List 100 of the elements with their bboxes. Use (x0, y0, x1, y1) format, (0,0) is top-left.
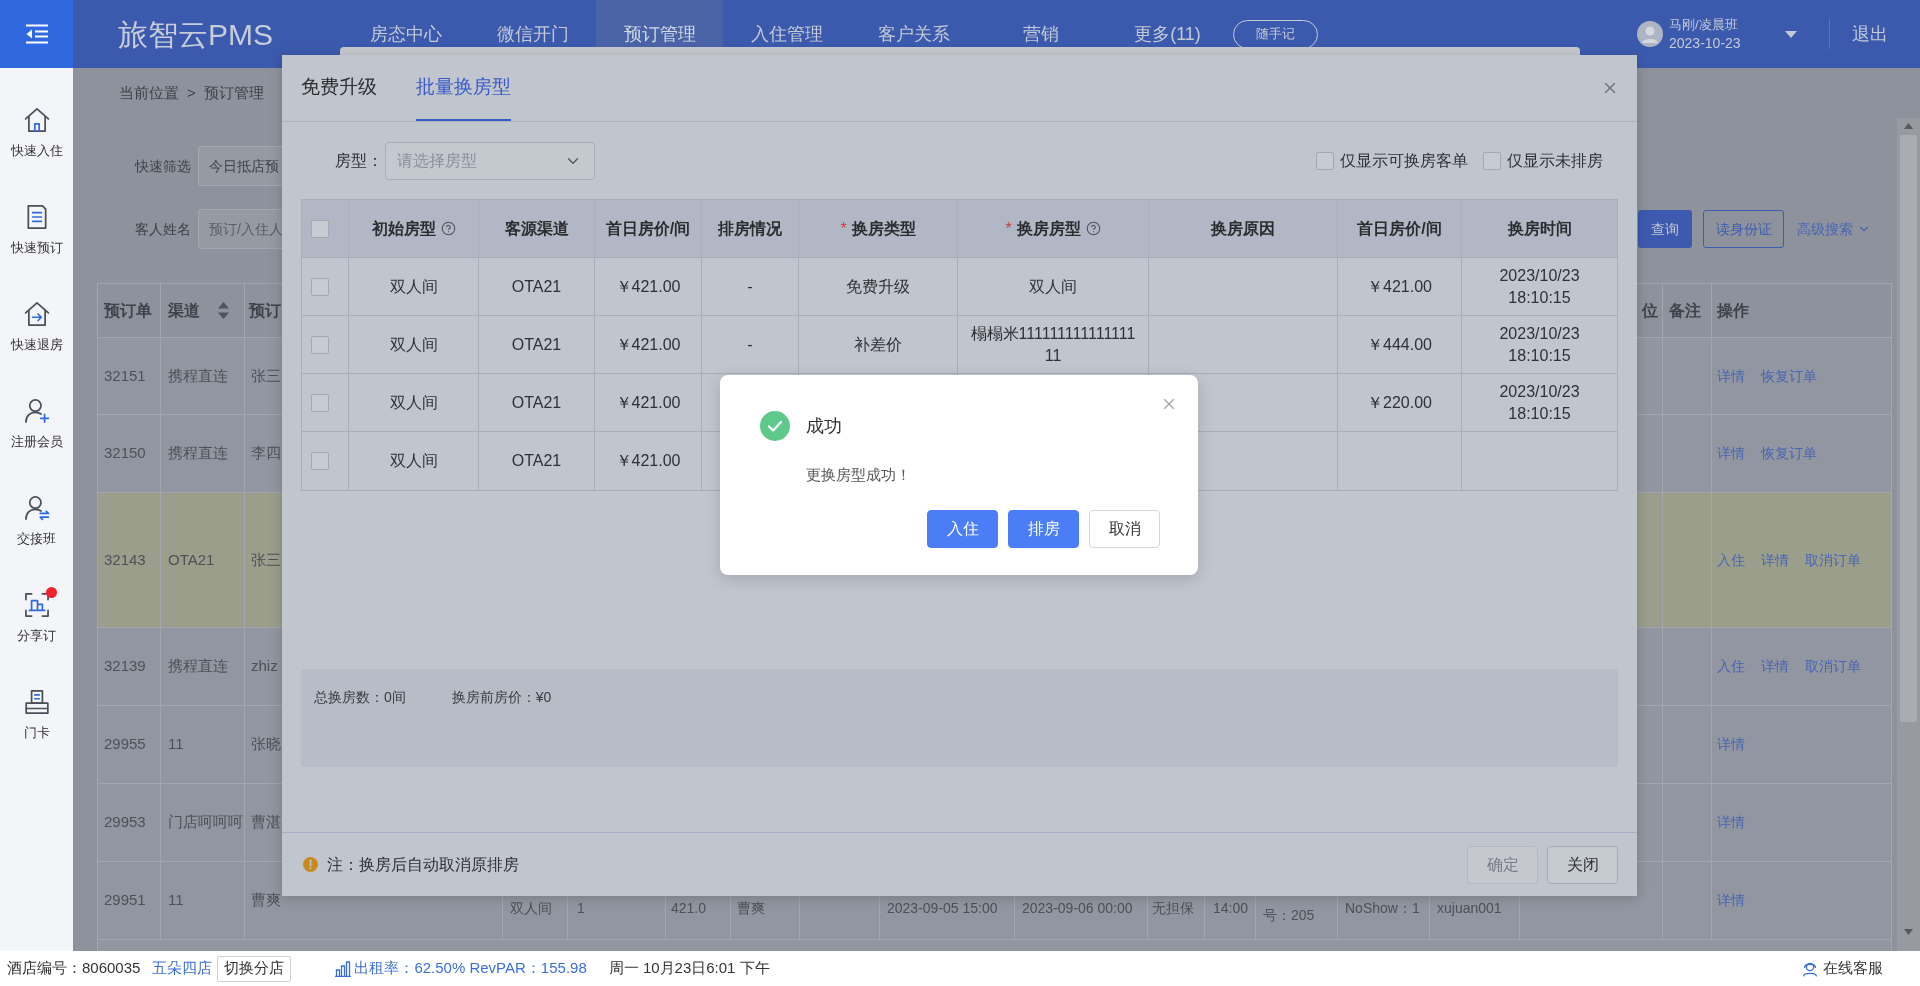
action-link[interactable]: 入住 (1717, 549, 1745, 571)
sort-icon[interactable] (218, 302, 229, 319)
logout-button[interactable]: 退出 (1852, 20, 1888, 48)
house-arrow-icon (23, 301, 50, 327)
table-cell: 32151 (98, 338, 161, 414)
table-cell: OTA21 (479, 258, 595, 315)
table-cell: 29955 (98, 706, 161, 783)
filter-select[interactable]: 今日抵店预 (198, 146, 282, 186)
menu-icon (24, 24, 49, 44)
card-reader-icon (23, 689, 50, 715)
cell-value: 2023-09-06 00:00 (1022, 899, 1133, 917)
nav-tab[interactable]: 客户关系 (850, 0, 977, 68)
column-title: 首日房价/间 (605, 218, 691, 239)
table-cell-text: zhiz (250, 656, 279, 677)
switch-branch-button[interactable]: 切换分店 (217, 955, 292, 982)
sidebar-item[interactable]: 快速入住 (0, 88, 73, 185)
table-cell: 免费升级 (799, 258, 958, 315)
table-cell: 11 (161, 862, 245, 939)
checkbox[interactable] (1483, 152, 1501, 170)
table-cell: 双人间 (349, 258, 479, 315)
column-title: 备注 (1669, 300, 1701, 321)
sidebar-item[interactable]: 注册会员 (0, 379, 73, 476)
table-cell: 双人间 (958, 258, 1149, 315)
table-cell: - (702, 258, 799, 315)
caret-down-icon[interactable] (1785, 30, 1797, 38)
sidebar-item[interactable]: 交接班 (0, 476, 73, 573)
required-mark: * (1005, 218, 1012, 239)
dialog-button[interactable]: 排房 (1008, 510, 1079, 548)
read-id-button[interactable]: 读身份证 (1703, 210, 1784, 248)
bar-chart-icon (335, 960, 352, 977)
headset-icon (1802, 960, 1818, 977)
table-cell: 32150 (98, 415, 161, 492)
table-cell: 携程直连 (161, 338, 245, 414)
table-cell-text: 2023/10/23 18:10:15 (1498, 381, 1581, 424)
breadcrumb-current: 预订管理 (203, 82, 264, 103)
cell-value: NoShow：1 (1345, 899, 1420, 917)
help-icon[interactable] (1085, 221, 1101, 236)
house-icon (23, 107, 50, 133)
dialog-button[interactable]: 取消 (1089, 510, 1160, 548)
dialog-button[interactable]: 关闭 (1547, 845, 1618, 884)
checkbox[interactable] (311, 277, 329, 296)
table-cell: OTA21 (479, 374, 595, 431)
online-support-button[interactable]: 在线客服 (1802, 957, 1883, 980)
cell-value: 1 (577, 899, 585, 917)
dialog-tab[interactable]: 批量换房型 (416, 55, 511, 121)
dialog-button[interactable]: 入住 (927, 510, 998, 548)
guest-name-input[interactable]: 预订/入住人 (198, 209, 282, 249)
avatar-icon[interactable] (1637, 21, 1663, 47)
column-title: 渠道 (168, 300, 200, 321)
sidebar-item[interactable]: 快速预订 (0, 185, 73, 282)
table-cell: OTA21 (479, 316, 595, 373)
cell-value: 号：205 (1263, 906, 1315, 924)
table-cell: ￥421.00 (595, 432, 702, 490)
nav-tab[interactable]: 营销 (977, 0, 1104, 68)
cell-value: 无担保 (1152, 899, 1194, 917)
breadcrumb-label: 当前位置 (119, 82, 179, 103)
column-title: 换房类型 (851, 218, 916, 239)
sidebar-item[interactable]: 快速退房 (0, 282, 73, 379)
checkbox[interactable] (311, 219, 329, 238)
scrollbar[interactable] (1897, 118, 1920, 951)
table-cell: ￥220.00 (1338, 374, 1462, 431)
occupancy-stats: 出租率：62.50% RevPAR：155.98 (354, 958, 587, 979)
checkbox[interactable] (311, 452, 329, 470)
table-cell-text: 张三 (250, 549, 282, 570)
scroll-up-icon[interactable] (1904, 123, 1913, 129)
sidebar-item[interactable]: 分享订 (0, 573, 73, 670)
table-cell-text: 2023/10/23 18:10:15 (1498, 323, 1581, 366)
search-button[interactable]: 查询 (1638, 210, 1692, 248)
sidebar-item[interactable]: 门卡 (0, 670, 73, 767)
checkbox[interactable] (1316, 152, 1334, 170)
branch-link[interactable]: 五朵四店 (152, 957, 213, 980)
table-cell: ￥421.00 (595, 374, 702, 431)
checkbox-label[interactable]: 仅显示未排房 (1507, 149, 1603, 173)
table-cell: 携程直连 (161, 628, 245, 705)
menu-toggle-button[interactable] (0, 0, 73, 68)
field-label: 房型： (335, 151, 383, 171)
column-title: 换房原因 (1211, 218, 1275, 239)
nav-tab[interactable]: 更多(11) (1104, 0, 1231, 68)
dialog-message: 更换房型成功！ (806, 465, 911, 485)
help-icon[interactable] (440, 221, 456, 236)
table-cell: 门店呵呵呵 (161, 784, 245, 861)
checkbox[interactable] (311, 335, 329, 354)
table-cell: 29953 (98, 784, 161, 861)
filter-label: 快速筛选 (135, 156, 191, 176)
table-cell: 携程直连 (161, 415, 245, 492)
scroll-down-icon[interactable] (1904, 929, 1913, 935)
dialog-title: 成功 (806, 414, 842, 438)
required-mark: * (840, 218, 847, 239)
action-link[interactable]: 详情 (1761, 549, 1789, 571)
column-title: 预订 (249, 300, 281, 321)
action-link[interactable]: 取消订单 (1805, 549, 1861, 571)
table-cell-text: 张三 (250, 365, 282, 386)
cell-value: xujuan001 (1437, 899, 1502, 917)
nav-tab[interactable]: 入住管理 (723, 0, 850, 68)
hotel-number: 酒店编号：8060035 (7, 958, 141, 979)
column-title: 换房房型 (1016, 218, 1081, 239)
table-cell: ￥421.00 (595, 316, 702, 373)
checkbox[interactable] (311, 393, 329, 412)
column-title: 换房时间 (1507, 218, 1572, 239)
checkbox-label[interactable]: 仅显示可换房客单 (1340, 149, 1468, 173)
